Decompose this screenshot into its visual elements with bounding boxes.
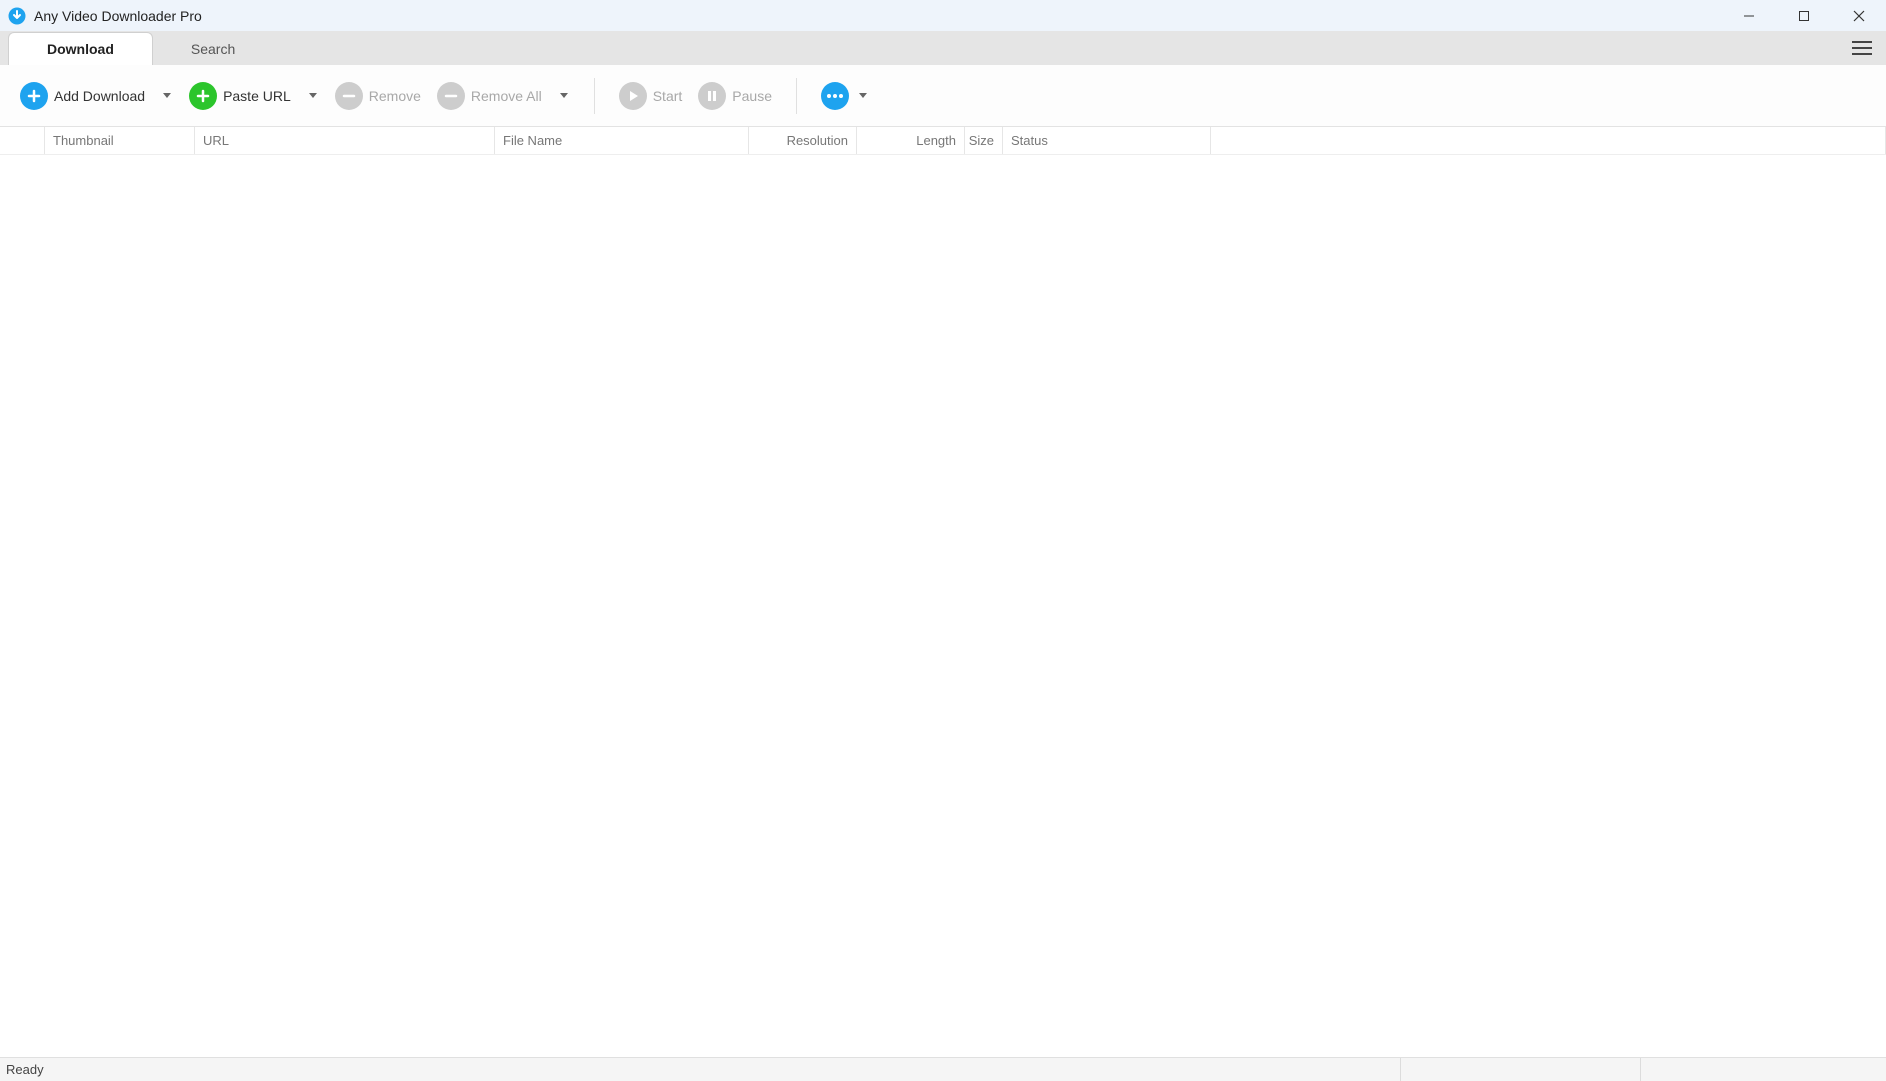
status-segment-mid <box>1400 1058 1640 1081</box>
remove-button[interactable]: Remove <box>329 78 427 114</box>
status-bar: Ready <box>0 1057 1886 1081</box>
remove-label: Remove <box>369 88 421 104</box>
pause-button[interactable]: Pause <box>692 78 778 114</box>
minimize-button[interactable] <box>1721 0 1776 31</box>
start-label: Start <box>653 88 683 104</box>
window-controls <box>1721 0 1886 31</box>
column-status[interactable]: Status <box>1002 127 1210 154</box>
tab-strip: Download Search <box>0 31 1886 65</box>
plus-icon <box>189 82 217 110</box>
pause-label: Pause <box>732 88 772 104</box>
column-resolution[interactable]: Resolution <box>748 127 856 154</box>
caret-down-icon <box>859 93 867 98</box>
column-filename-label: File Name <box>503 133 562 148</box>
minus-icon <box>437 82 465 110</box>
toolbar-separator <box>796 78 797 114</box>
plus-icon <box>20 82 48 110</box>
download-list <box>0 155 1886 1057</box>
app-icon <box>8 7 26 25</box>
play-icon <box>619 82 647 110</box>
paste-url-button[interactable]: Paste URL <box>183 78 297 114</box>
close-button[interactable] <box>1831 0 1886 31</box>
column-url-label: URL <box>203 133 229 148</box>
column-length[interactable]: Length <box>856 127 964 154</box>
column-header-row: Thumbnail URL File Name Resolution Lengt… <box>0 127 1886 155</box>
app-title: Any Video Downloader Pro <box>34 8 202 24</box>
add-download-dropdown[interactable] <box>163 93 171 98</box>
add-download-label: Add Download <box>54 88 145 104</box>
toolbar: Add Download Paste URL Remove Remove All… <box>0 65 1886 127</box>
remove-all-dropdown[interactable] <box>560 93 568 98</box>
maximize-button[interactable] <box>1776 0 1831 31</box>
more-button[interactable] <box>815 78 873 114</box>
column-size[interactable]: Size <box>964 127 1002 154</box>
status-text: Ready <box>6 1058 44 1081</box>
pause-icon <box>698 82 726 110</box>
column-resolution-label: Resolution <box>787 133 848 148</box>
status-segment-right <box>1640 1058 1880 1081</box>
more-icon <box>821 82 849 110</box>
column-filename[interactable]: File Name <box>494 127 748 154</box>
remove-all-label: Remove All <box>471 88 542 104</box>
tab-download[interactable]: Download <box>8 32 153 65</box>
column-checkbox[interactable] <box>0 127 44 154</box>
column-length-label: Length <box>916 133 956 148</box>
tab-download-label: Download <box>47 41 114 57</box>
paste-url-label: Paste URL <box>223 88 291 104</box>
tab-search-label: Search <box>191 41 235 57</box>
paste-url-dropdown[interactable] <box>309 93 317 98</box>
tab-search[interactable]: Search <box>153 32 273 65</box>
column-thumbnail-label: Thumbnail <box>53 133 114 148</box>
column-spacer <box>1210 127 1886 154</box>
column-url[interactable]: URL <box>194 127 494 154</box>
menu-button[interactable] <box>1848 34 1876 62</box>
column-status-label: Status <box>1011 133 1048 148</box>
add-download-button[interactable]: Add Download <box>14 78 151 114</box>
title-bar: Any Video Downloader Pro <box>0 0 1886 31</box>
remove-all-button[interactable]: Remove All <box>431 78 548 114</box>
start-button[interactable]: Start <box>613 78 689 114</box>
minus-icon <box>335 82 363 110</box>
column-size-label: Size <box>969 133 994 148</box>
column-thumbnail[interactable]: Thumbnail <box>44 127 194 154</box>
toolbar-separator <box>594 78 595 114</box>
